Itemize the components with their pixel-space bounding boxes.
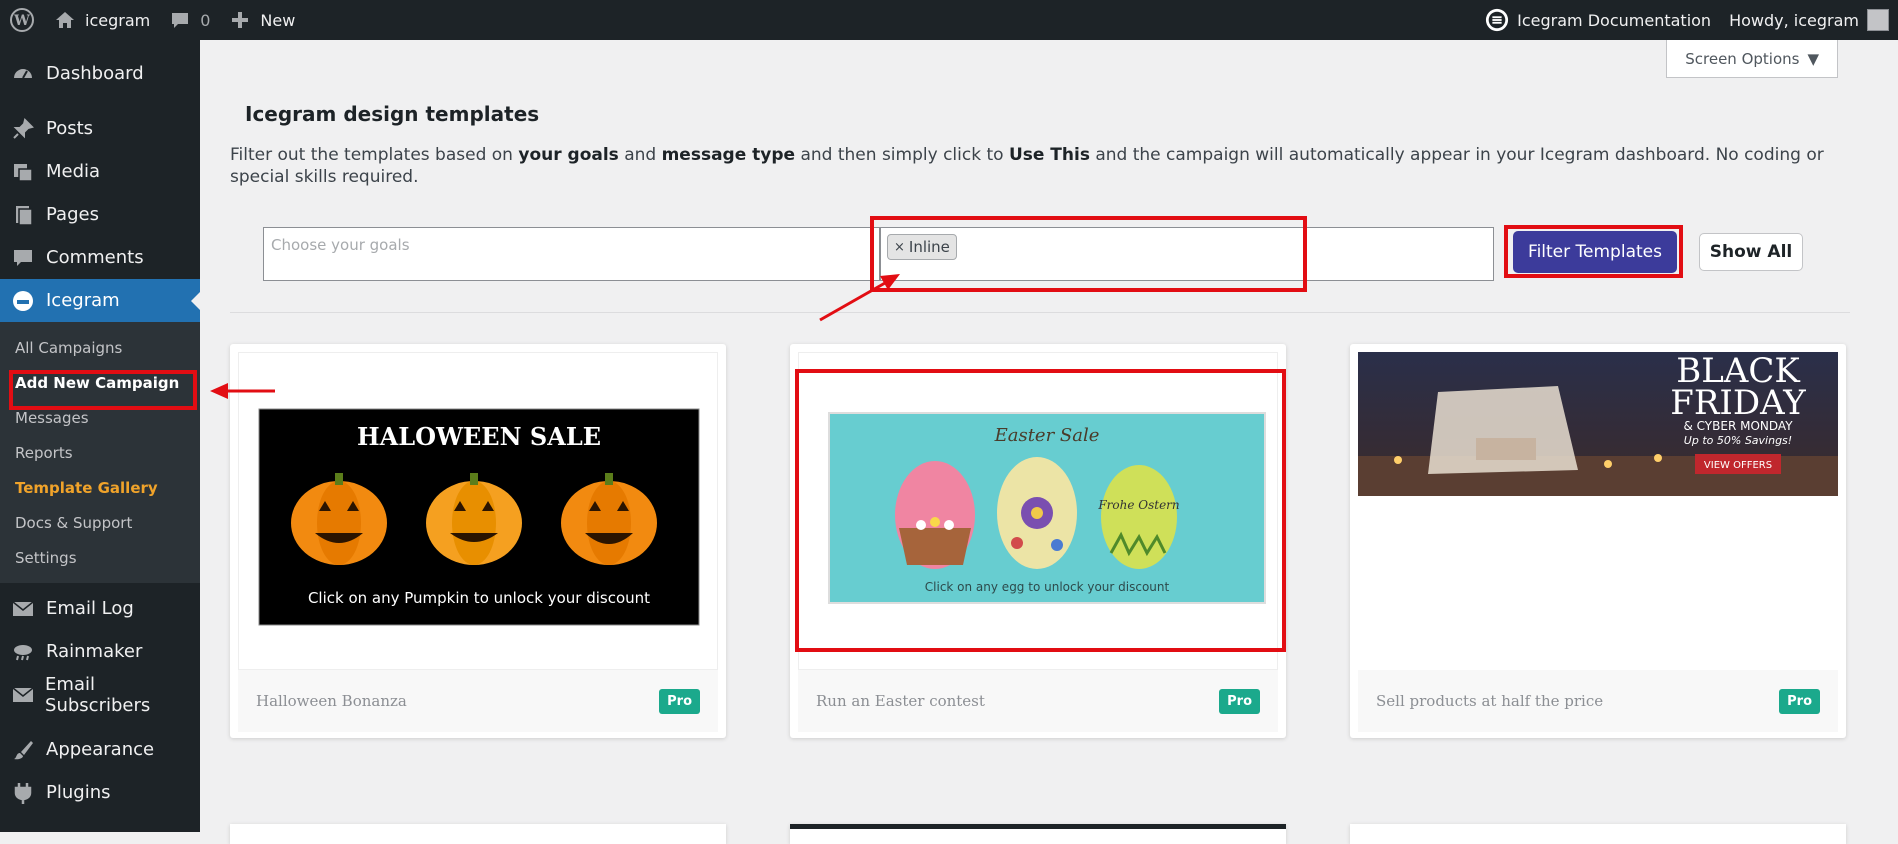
wordpress-icon: W — [10, 8, 34, 32]
menu-label: Plugins — [46, 782, 111, 803]
my-account-link[interactable]: Howdy, icegram — [1720, 0, 1898, 40]
menu-label: Comments — [46, 247, 144, 268]
plug-icon — [10, 780, 36, 806]
submenu-reports[interactable]: Reports — [0, 435, 200, 470]
card-footer: Run an Easter contest Pro — [798, 670, 1278, 732]
cloud-icon — [10, 639, 36, 665]
new-content-link[interactable]: New — [219, 0, 304, 40]
home-icon — [53, 8, 77, 32]
new-label: New — [260, 10, 296, 30]
menu-email-subscribers[interactable]: Email Subscribers — [0, 673, 200, 716]
comments-count: 0 — [200, 10, 211, 30]
icegram-logo-icon — [1485, 8, 1509, 32]
goals-placeholder: Choose your goals — [271, 236, 410, 254]
menu-label: Appearance — [46, 739, 155, 760]
site-name-link[interactable]: icegram — [44, 0, 159, 40]
divider — [230, 312, 1850, 313]
show-all-button[interactable]: Show All — [1699, 233, 1803, 271]
site-name: icegram — [85, 10, 151, 30]
brush-icon — [10, 737, 36, 763]
icegram-icon — [10, 288, 36, 314]
pages-icon — [10, 202, 36, 228]
caret-down-icon: ▼ — [1807, 49, 1819, 68]
menu-label: Icegram — [46, 290, 120, 311]
pro-badge: Pro — [1779, 688, 1820, 714]
menu-pages[interactable]: Pages — [0, 193, 200, 236]
template-thumbnail[interactable]: HALOWEEN SALE Click on any Pumpkin to un… — [238, 352, 718, 670]
card-footer: Sell products at half the price Pro — [1358, 670, 1838, 732]
admin-sidebar: Dashboard Posts Media Pages Comments Ice… — [0, 40, 200, 832]
highlight-easter-card — [795, 369, 1286, 652]
submenu-docs-support[interactable]: Docs & Support — [0, 505, 200, 540]
media-icon — [10, 159, 36, 185]
pin-icon — [10, 116, 36, 142]
screen-options-label: Screen Options — [1685, 49, 1800, 68]
template-thumbnail[interactable]: BLACK FRIDAY & CYBER MONDAY Up to 50% Sa… — [1358, 352, 1838, 670]
admin-bar: W icegram 0 New Icegram Documentation Ho… — [0, 0, 1898, 40]
menu-label: Posts — [46, 118, 94, 139]
menu-comments[interactable]: Comments — [0, 236, 200, 279]
template-card[interactable] — [790, 824, 1286, 844]
bf-savings: Up to 50% Savings! — [1684, 434, 1792, 447]
submenu-template-gallery[interactable]: Template Gallery — [0, 470, 200, 505]
menu-media[interactable]: Media — [0, 150, 200, 193]
comment-icon — [10, 245, 36, 271]
highlight-filter-button — [1504, 225, 1683, 278]
menu-email-log[interactable]: Email Log — [0, 587, 200, 630]
icegram-submenu: All Campaigns Add New Campaign Messages … — [0, 322, 200, 583]
submenu-all-campaigns[interactable]: All Campaigns — [0, 330, 200, 365]
halloween-caption: Click on any Pumpkin to unlock your disc… — [308, 589, 650, 607]
highlight-add-new-campaign — [9, 370, 197, 410]
menu-rainmaker[interactable]: Rainmaker — [0, 630, 200, 673]
card-title: Run an Easter contest — [816, 692, 985, 710]
screen-options-button[interactable]: Screen Options ▼ — [1666, 40, 1838, 78]
highlight-message-type — [870, 216, 1307, 292]
howdy-label: Howdy, icegram — [1729, 10, 1859, 30]
template-card[interactable] — [230, 824, 726, 844]
docs-label: Icegram Documentation — [1517, 10, 1712, 30]
comments-link[interactable]: 0 — [159, 0, 219, 40]
avatar — [1867, 9, 1889, 31]
plus-icon — [228, 8, 252, 32]
dashboard-icon — [10, 61, 36, 87]
menu-label: Email Subscribers — [45, 673, 151, 716]
menu-label: Dashboard — [46, 63, 144, 84]
pro-badge: Pro — [659, 688, 700, 714]
menu-posts[interactable]: Posts — [0, 107, 200, 150]
page-description: Filter out the templates based on your g… — [230, 145, 1824, 187]
email-icon — [10, 596, 36, 622]
menu-appearance[interactable]: Appearance — [0, 728, 200, 771]
template-card-black-friday[interactable]: BLACK FRIDAY & CYBER MONDAY Up to 50% Sa… — [1350, 344, 1846, 738]
card-footer: Halloween Bonanza Pro — [238, 670, 718, 732]
menu-label: Pages — [46, 204, 99, 225]
submenu-settings[interactable]: Settings — [0, 540, 200, 575]
goals-select[interactable]: Choose your goals — [263, 227, 880, 281]
bf-sub: & CYBER MONDAY — [1683, 419, 1793, 433]
wordpress-logo-button[interactable]: W — [0, 0, 44, 40]
template-card[interactable] — [1350, 824, 1846, 844]
halloween-heading: HALOWEEN SALE — [357, 422, 601, 451]
page-title: Icegram design templates — [245, 102, 540, 126]
template-card-halloween[interactable]: HALOWEEN SALE Click on any Pumpkin to un… — [230, 344, 726, 738]
menu-dashboard[interactable]: Dashboard — [0, 52, 200, 95]
email-icon — [10, 682, 35, 708]
menu-icegram[interactable]: Icegram — [0, 279, 200, 322]
menu-label: Media — [46, 161, 101, 182]
menu-plugins[interactable]: Plugins — [0, 771, 200, 814]
pro-badge: Pro — [1219, 688, 1260, 714]
card-title: Halloween Bonanza — [256, 692, 407, 710]
card-title: Sell products at half the price — [1376, 692, 1604, 710]
menu-label: Rainmaker — [46, 641, 143, 662]
menu-label: Email Log — [46, 598, 134, 619]
bf-heading-2: FRIDAY — [1670, 383, 1806, 423]
svg-text:W: W — [13, 13, 30, 29]
icegram-docs-link[interactable]: Icegram Documentation — [1476, 0, 1720, 40]
comment-icon — [168, 8, 192, 32]
view-offers-button: VIEW OFFERS — [1704, 460, 1772, 471]
